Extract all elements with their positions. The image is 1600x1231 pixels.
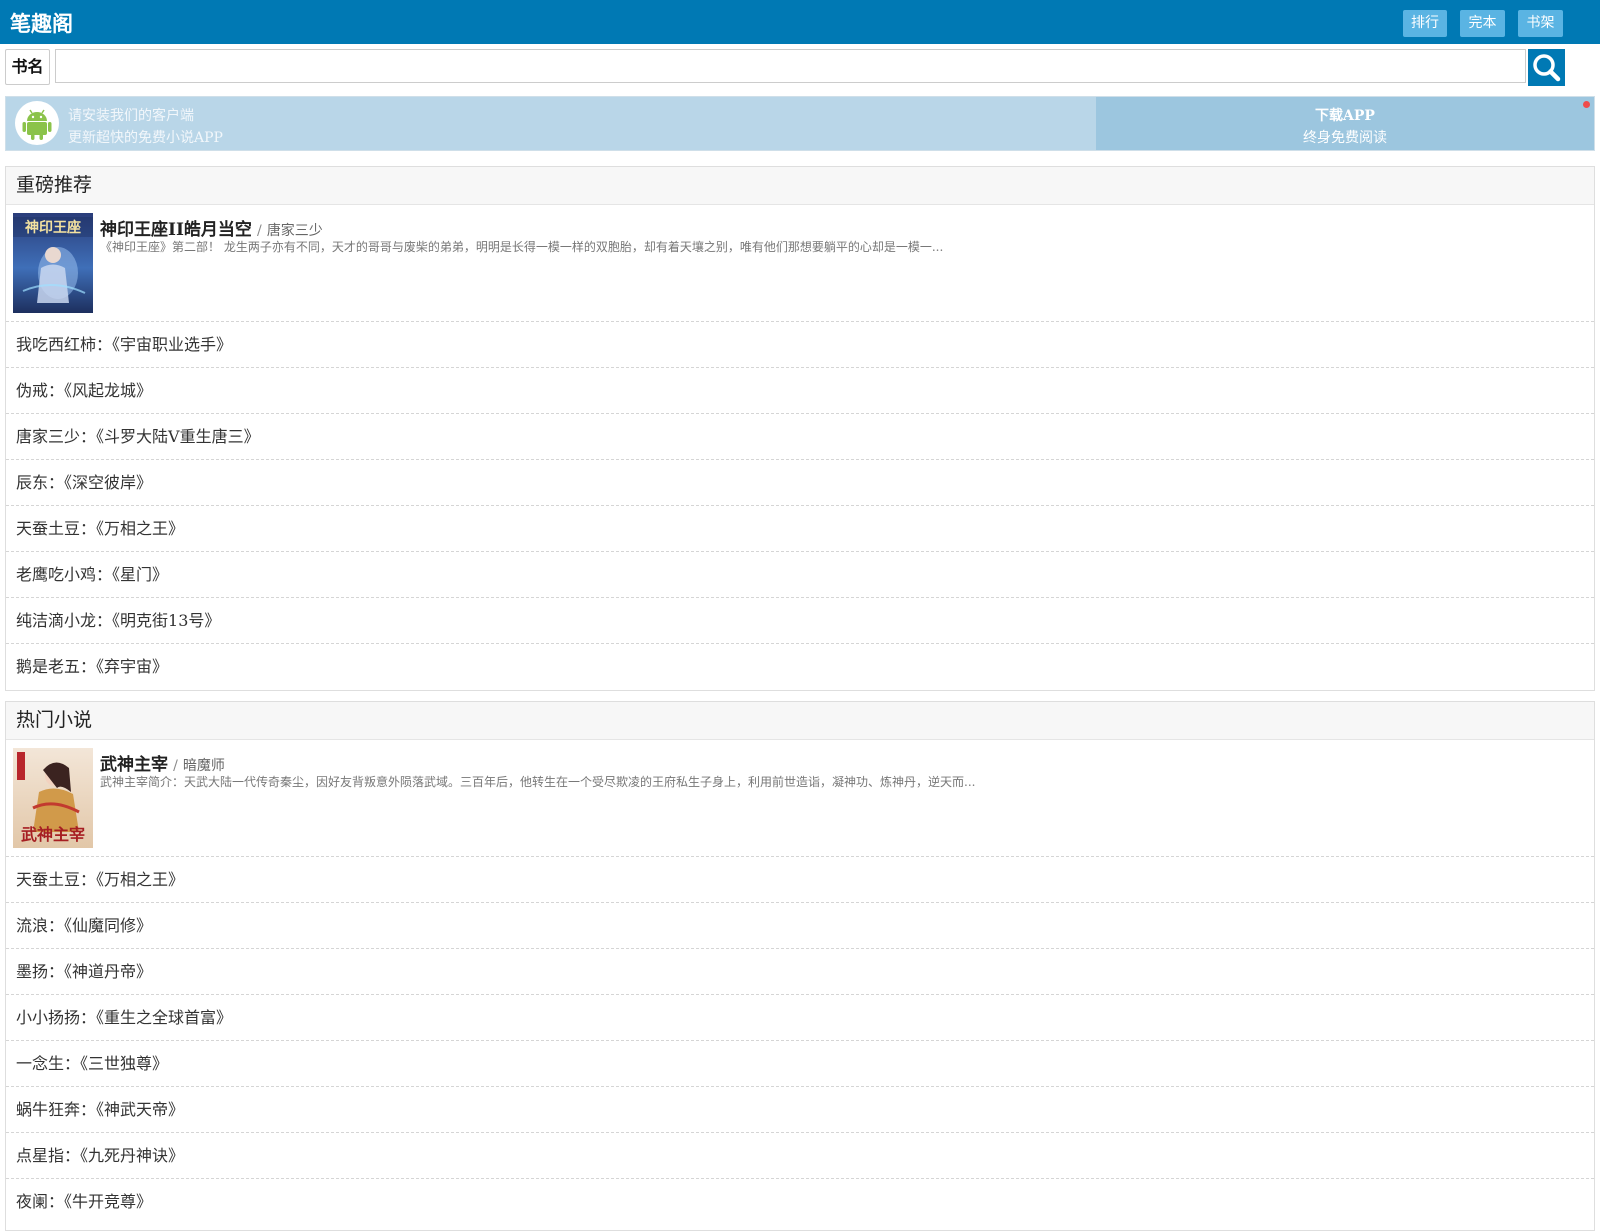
item-author: 唐家三少 [16,427,81,446]
item-author: 小小扬扬 [16,1008,81,1027]
item-book: 《九死丹神诀》 [80,1146,185,1165]
item-book: 《牛开竞尊》 [64,1192,153,1211]
featured-book-title: 武神主宰 / 暗魔师 [100,750,225,775]
svg-text:神印王座: 神印王座 [25,219,81,236]
download-app-button[interactable]: 下载APP 终身免费阅读 [1096,97,1594,150]
hot-list: 天蚕土豆：《万相之王》 流浪：《仙魔同修》 墨扬：《神道丹帝》 小小扬扬：《重生… [6,857,1594,1224]
item-author: 伪戒 [16,381,49,400]
top-header: 笔趣阁 排行 完本 书架 [0,0,1600,44]
app-promo-banner: 请安装我们的客户端 更新超快的免费小说APP 下载APP 终身免费阅读 [5,96,1595,151]
item-author: 流浪 [16,916,49,935]
item-author: 墨扬 [16,962,49,981]
list-item[interactable]: 夜阑：《牛开竞尊》 [6,1179,1594,1224]
list-item[interactable]: 天蚕土豆：《万相之王》 [6,506,1594,552]
nav-bookshelf-button[interactable]: 书架 [1518,10,1563,37]
item-book: 《三世独尊》 [80,1054,169,1073]
search-type-label[interactable]: 书名 [5,49,50,85]
featured-book[interactable]: 神印王座 神印王座II皓月当空 / 唐家三少 《神印王座》第二部！ 龙生两子亦有… [6,205,1594,322]
search-input[interactable] [55,49,1526,83]
item-book: 《万相之王》 [96,519,185,538]
nav-completed-button[interactable]: 完本 [1460,10,1505,37]
item-author: 天蚕土豆 [16,870,81,889]
item-book: 《斗罗大陆V重生唐三》 [96,427,260,446]
download-app-title: 下载APP [1315,108,1375,124]
hot-novels-panel: 热门小说 武神主宰 武神主宰 / 暗魔师 武神主宰简介：天武大陆一代传奇秦尘，因… [5,701,1595,1231]
search-bar: 书名 [5,49,1595,87]
site-logo[interactable]: 笔趣阁 [10,8,73,38]
list-item[interactable]: 我吃西红柿：《宇宙职业选手》 [6,322,1594,368]
list-item[interactable]: 纯洁滴小龙：《明克街13号》 [6,598,1594,644]
featured-book-description: 武神主宰简介：天武大陆一代传奇秦尘，因好友背叛意外陨落武域。三百年后，他转生在一… [100,775,976,789]
item-author: 辰东 [16,473,49,492]
item-author: 我吃西红柿 [16,335,97,354]
featured-book-description: 《神印王座》第二部！ 龙生两子亦有不同，天才的哥哥与废柴的弟弟，明明是长得一模一… [100,240,944,254]
search-button[interactable] [1528,49,1565,86]
featured-book-author: 唐家三少 [266,223,323,239]
item-book: 《神道丹帝》 [64,962,153,981]
section-title: 热门小说 [6,702,1594,740]
featured-book-title: 神印王座II皓月当空 / 唐家三少 [100,215,323,240]
book-cover-image[interactable]: 神印王座 [13,213,93,313]
list-item[interactable]: 老鹰吃小鸡：《星门》 [6,552,1594,598]
item-book: 《风起龙城》 [64,381,153,400]
list-item[interactable]: 蜗牛狂奔：《神武天帝》 [6,1087,1594,1133]
list-item[interactable]: 一念生：《三世独尊》 [6,1041,1594,1087]
list-item[interactable]: 点星指：《九死丹神诀》 [6,1133,1594,1179]
list-item[interactable]: 鹅是老五：《弃宇宙》 [6,644,1594,689]
item-book: 《仙魔同修》 [64,916,153,935]
android-logo [15,101,59,145]
item-author: 老鹰吃小鸡 [16,565,97,584]
book-cover-image[interactable]: 武神主宰 [13,748,93,848]
item-author: 纯洁滴小龙 [16,611,97,630]
featured-book-author: 暗魔师 [182,758,225,774]
item-book: 《万相之王》 [96,870,185,889]
download-app-subtitle: 终身免费阅读 [1303,130,1387,146]
list-item[interactable]: 辰东：《深空彼岸》 [6,460,1594,506]
list-item[interactable]: 墨扬：《神道丹帝》 [6,949,1594,995]
item-book: 《神武天帝》 [96,1100,185,1119]
list-item[interactable]: 伪戒：《风起龙城》 [6,368,1594,414]
notification-dot [1583,101,1590,108]
item-book: 《星门》 [112,565,169,584]
item-author: 蜗牛狂奔 [16,1100,81,1119]
item-book: 《明克街13号》 [112,611,221,630]
item-book: 《弃宇宙》 [96,657,169,676]
list-item[interactable]: 唐家三少：《斗罗大陆V重生唐三》 [6,414,1594,460]
app-promo-line2: 更新超快的免费小说APP [68,130,223,146]
section-title: 重磅推荐 [6,167,1594,205]
app-promo-line1: 请安装我们的客户端 [68,108,194,124]
list-item[interactable]: 小小扬扬：《重生之全球首富》 [6,995,1594,1041]
item-author: 天蚕土豆 [16,519,81,538]
recommend-panel: 重磅推荐 神印王座 神印王座II皓月当空 / 唐家三少 《神印王座》第二部！ 龙… [5,166,1595,691]
item-book: 《宇宙职业选手》 [112,335,233,354]
item-author: 夜阑 [16,1192,49,1211]
featured-book-name[interactable]: 神印王座II皓月当空 [100,220,252,240]
item-book: 《深空彼岸》 [64,473,153,492]
featured-book[interactable]: 武神主宰 武神主宰 / 暗魔师 武神主宰简介：天武大陆一代传奇秦尘，因好友背叛意… [6,740,1594,857]
nav-ranking-button[interactable]: 排行 [1403,10,1447,37]
item-author: 点星指 [16,1146,65,1165]
recommend-list: 我吃西红柿：《宇宙职业选手》 伪戒：《风起龙城》 唐家三少：《斗罗大陆V重生唐三… [6,322,1594,689]
featured-book-name[interactable]: 武神主宰 [100,755,168,775]
android-icon [22,109,52,140]
title-separator: / [173,758,178,774]
list-item[interactable]: 天蚕土豆：《万相之王》 [6,857,1594,903]
svg-text:武神主宰: 武神主宰 [21,825,85,844]
item-author: 鹅是老五 [16,657,81,676]
search-icon [1533,54,1561,82]
item-book: 《重生之全球首富》 [96,1008,233,1027]
title-separator: / [257,223,262,239]
list-item[interactable]: 流浪：《仙魔同修》 [6,903,1594,949]
item-author: 一念生 [16,1054,65,1073]
